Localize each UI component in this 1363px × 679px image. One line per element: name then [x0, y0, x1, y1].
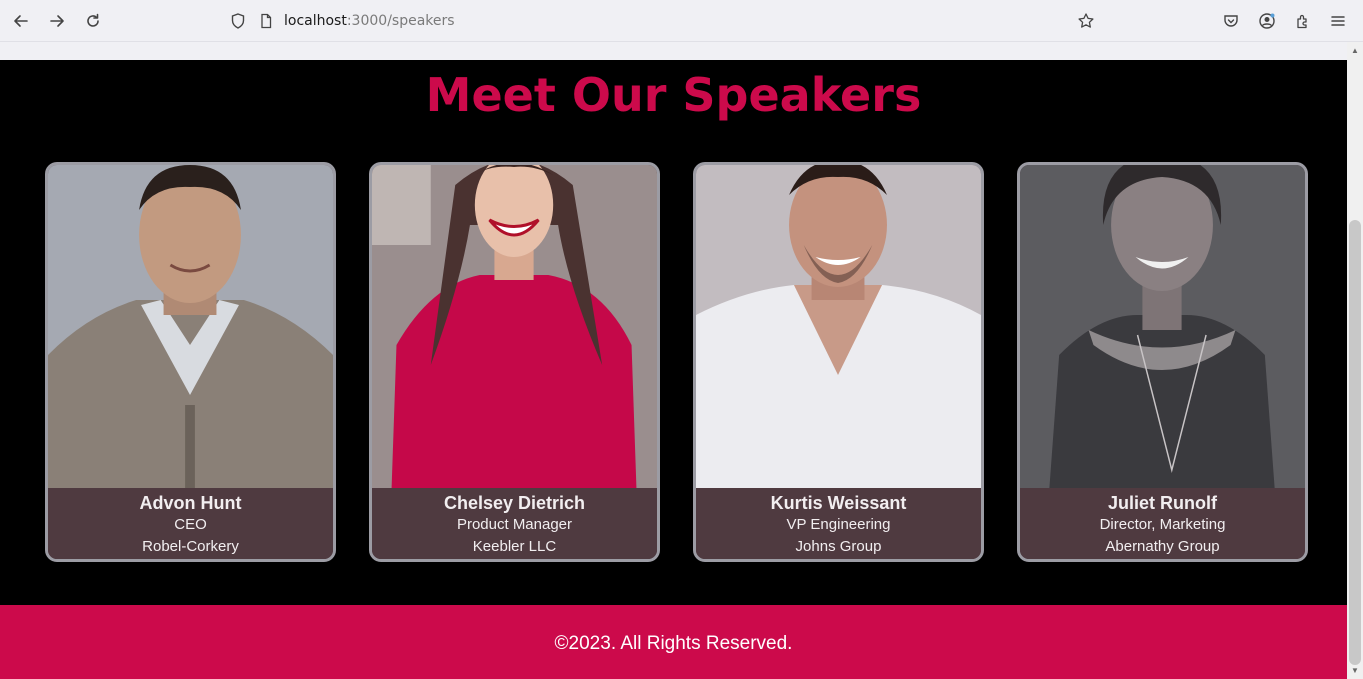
speaker-photo	[372, 165, 657, 488]
speaker-card[interactable]: Kurtis Weissant VP Engineering Johns Gro…	[693, 162, 984, 562]
address-bar[interactable]: localhost:3000/speakers	[225, 6, 1105, 36]
scroll-down-icon[interactable]: ▼	[1350, 666, 1360, 676]
speaker-card[interactable]: Chelsey Dietrich Product Manager Keebler…	[369, 162, 660, 562]
account-icon[interactable]	[1255, 9, 1279, 33]
extensions-icon[interactable]	[1291, 9, 1315, 33]
copyright-text: ©2023. All Rights Reserved.	[554, 633, 793, 654]
scrollbar[interactable]: ▲ ▼	[1347, 42, 1363, 679]
scroll-thumb[interactable]	[1349, 220, 1361, 665]
browser-toolbar: localhost:3000/speakers	[0, 0, 1363, 42]
back-icon[interactable]	[9, 9, 33, 33]
speaker-title: Product Manager	[456, 516, 573, 533]
speakers-page: Meet Our Speakers Advon Hunt CEO Robel-C…	[0, 60, 1347, 679]
speaker-photo	[696, 165, 981, 488]
url-path: :3000/speakers	[346, 13, 455, 29]
speaker-info: Advon Hunt CEO Robel-Corkery	[48, 488, 333, 559]
speaker-card[interactable]: Advon Hunt CEO Robel-Corkery	[45, 162, 336, 562]
reload-icon[interactable]	[81, 9, 105, 33]
url-host: localhost	[284, 13, 347, 29]
speaker-name: Chelsey Dietrich	[443, 493, 586, 513]
speaker-photo	[48, 165, 333, 488]
menu-icon[interactable]	[1326, 9, 1350, 33]
speaker-company: Keebler LLC	[472, 538, 557, 555]
shield-icon[interactable]	[226, 9, 250, 33]
speaker-info: Juliet Runolf Director, Marketing Aberna…	[1020, 488, 1305, 559]
speaker-company: Johns Group	[795, 538, 882, 555]
forward-icon[interactable]	[45, 9, 69, 33]
page-icon	[254, 9, 278, 33]
toolbar-spacer	[0, 42, 1347, 60]
page-title: Meet Our Speakers	[425, 68, 922, 122]
speaker-title: VP Engineering	[786, 516, 891, 533]
speaker-name: Juliet Runolf	[1108, 493, 1217, 513]
speaker-photo	[1020, 165, 1305, 488]
speaker-info: Chelsey Dietrich Product Manager Keebler…	[372, 488, 657, 559]
speaker-card[interactable]: Juliet Runolf Director, Marketing Aberna…	[1017, 162, 1308, 562]
speaker-title: CEO	[174, 516, 207, 533]
scroll-up-icon[interactable]: ▲	[1350, 46, 1360, 56]
speaker-company: Abernathy Group	[1105, 538, 1220, 555]
bookmark-star-icon[interactable]	[1074, 9, 1098, 33]
pocket-icon[interactable]	[1219, 9, 1243, 33]
url-text[interactable]: localhost:3000/speakers	[284, 13, 455, 29]
speaker-name: Advon Hunt	[139, 493, 242, 513]
speaker-info: Kurtis Weissant VP Engineering Johns Gro…	[696, 488, 981, 559]
speaker-title: Director, Marketing	[1099, 516, 1226, 533]
page-footer: ©2023. All Rights Reserved.	[0, 605, 1347, 679]
speaker-name: Kurtis Weissant	[770, 493, 907, 513]
speaker-company: Robel-Corkery	[142, 538, 239, 555]
